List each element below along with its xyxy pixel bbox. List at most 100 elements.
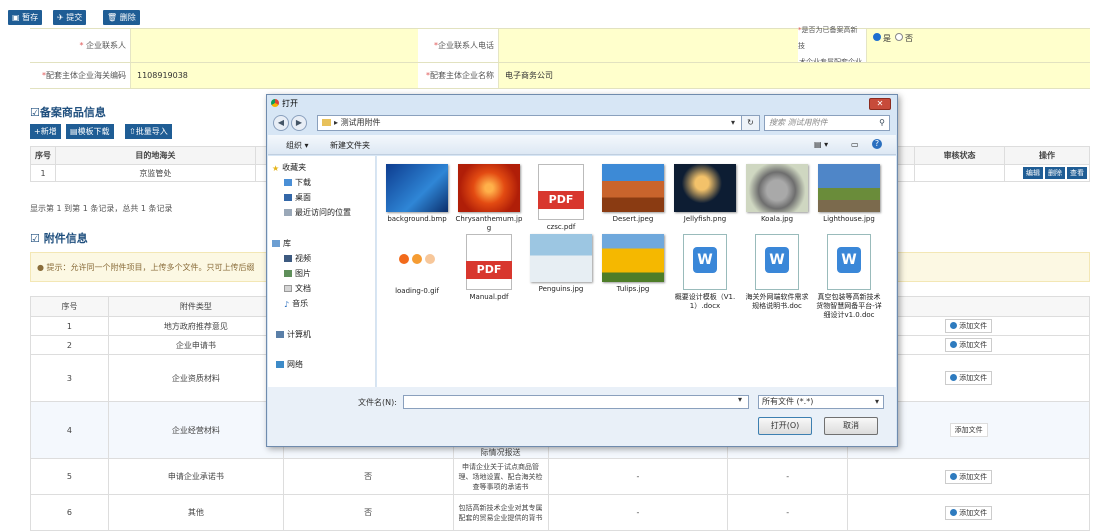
contact-input[interactable] [130,29,418,62]
delete-button[interactable]: 🗑 删除 [103,10,140,25]
file-item[interactable]: Desert.jpeg [599,164,667,224]
add-file-button[interactable]: 添加文件 [945,371,993,385]
add-file-label: 添加文件 [959,472,988,481]
file-item[interactable]: Koala.jpg [743,164,811,224]
navigation-pane: ★ 收藏夹 下载 桌面 最近访问的位置 库 视频 图片 文档 ♪ 音乐 计算机 网络 [268,156,376,387]
attach-type: 企业申请书 [107,335,284,355]
file-name: 真空包装等高新技术货物智慧网备平台-详细设计v1.0.doc [816,293,882,319]
image-thumbnail [674,164,736,212]
nav-recent[interactable]: 最近访问的位置 [284,207,351,218]
chevron-down-icon[interactable]: ▾ [731,116,735,130]
add-file-button[interactable]: 添加文件 [949,423,988,437]
help-icon[interactable]: ? [872,139,882,149]
back-icon[interactable]: ◀ [273,115,289,131]
organize-menu[interactable]: 组织 ▾ [286,140,309,151]
image-thumbnail [530,234,592,282]
dialog-nav-bar: ◀ ▶ ▸ 测试用附件 ▾ ↻ 搜索 测试用附件 ⚲ [271,113,893,133]
edit-button[interactable]: 编辑 [1023,167,1043,179]
nav-documents[interactable]: 文档 [284,283,311,294]
word-file-icon: W [755,234,799,290]
file-item[interactable]: PDF Manual.pdf [455,234,523,302]
attach-idx: 3 [30,354,109,402]
file-name: Penguins.jpg [538,285,584,293]
template-download-button[interactable]: ▤模板下载 [66,124,114,139]
attach-type: 其他 [107,494,284,531]
nav-libraries[interactable]: 库 [272,238,291,249]
star-icon: ★ [272,164,280,173]
file-item[interactable]: W 概要设计模板（V1.1）.docx [671,234,739,311]
attach-desc: 申请企业关于试点商品管理、场地设置、配合海关检查等事项的承诺书 [452,458,549,495]
file-item[interactable]: W 真空包装等高新技术货物智慧网备平台-详细设计v1.0.doc [815,234,883,320]
form-row-contact: * 企业联系人 * 企业联系人电话 *是否为已备案高新技 术企业专属配套企业 是 否 [30,26,1090,66]
nav-favorites[interactable]: ★ 收藏夹 [272,162,306,173]
search-input[interactable]: 搜索 测试用附件 ⚲ [764,115,890,131]
preview-pane-icon[interactable]: ▭ [851,140,859,149]
save-draft-button[interactable]: ▣ 暂存 [8,10,43,25]
address-text: 测试用附件 [340,118,381,127]
attach-section-title: ☑ 附件信息 [30,232,88,245]
nav-videos[interactable]: 视频 [284,253,311,264]
add-file-button[interactable]: 添加文件 [945,469,993,484]
file-item[interactable]: Tulips.jpg [599,234,667,294]
view-menu-icon[interactable]: ▤ ▾ [814,140,828,149]
dialog-title: 打开 [271,98,298,109]
file-name: loading-0.gif [395,287,439,295]
plus-circle-icon [950,322,958,329]
nav-desktop[interactable]: 桌面 [284,192,311,203]
address-bar[interactable]: ▸ 测试用附件 ▾ [317,115,760,131]
new-folder-button[interactable]: 新建文件夹 [330,140,370,151]
company-name-input[interactable]: 电子商务公司 [498,63,1090,88]
plus-circle-icon [950,508,958,516]
cancel-button[interactable]: 取消 [824,417,878,435]
customs-code-label: * 配套主体企业海关编码 [30,63,130,88]
radio-yes[interactable] [873,33,881,41]
batch-import-button[interactable]: ⇧批量导入 [125,124,172,139]
file-item[interactable]: Lighthouse.jpg [815,164,883,224]
file-item[interactable]: Penguins.jpg [527,234,595,294]
filetype-value: 所有文件 (*.*) [762,397,814,406]
file-item[interactable]: background.bmp [383,164,451,224]
open-button[interactable]: 打开(O) [758,417,812,435]
file-name: Manual.pdf [469,293,509,301]
file-item[interactable]: Chrysanthemum.jpg [455,164,523,233]
library-icon [272,240,280,247]
add-file-label: 添加文件 [959,322,988,330]
forward-icon[interactable]: ▶ [291,115,307,131]
filename-dropdown-icon[interactable]: ▾ [738,395,742,404]
row-customs: 京监管处 [54,164,256,182]
refresh-icon[interactable]: ↻ [741,115,760,131]
attach-a: - [547,458,729,495]
nav-pictures[interactable]: 图片 [284,268,311,279]
nav-music[interactable]: ♪ 音乐 [284,298,308,309]
radio-no[interactable] [895,33,903,41]
row-actions: 编辑 删除 查看 [1004,164,1090,182]
file-item[interactable]: loading-0.gif [383,234,451,296]
add-file-button[interactable]: 添加文件 [945,319,993,333]
picture-icon [284,270,292,277]
filename-input[interactable] [403,395,749,409]
close-icon[interactable]: ✕ [869,98,891,110]
contact-phone-input[interactable] [498,29,798,62]
attach-idx: 6 [30,494,109,531]
attach-type: 企业资质材料 [107,354,284,402]
search-placeholder: 搜索 测试用附件 [769,118,828,127]
customs-code-input[interactable]: 1108919038 [130,63,418,88]
chrome-icon [271,99,279,107]
add-goods-button[interactable]: +新增 [30,124,61,139]
delete-row-button[interactable]: 删除 [1045,167,1065,179]
pdf-file-icon: PDF [538,164,584,220]
file-item[interactable]: W 海关外网端软件需求规格说明书.doc [743,234,811,311]
word-file-icon: W [827,234,871,290]
nav-computer[interactable]: 计算机 [276,329,311,340]
nav-network[interactable]: 网络 [276,359,303,370]
add-file-button[interactable]: 添加文件 [945,505,993,520]
attach-op: 添加文件 [847,458,1090,495]
file-item[interactable]: Jellyfish.png [671,164,739,224]
filetype-select[interactable]: 所有文件 (*.*) ▾ [758,395,884,409]
submit-button[interactable]: ✈ 提交 [53,10,87,25]
add-file-button[interactable]: 添加文件 [945,338,993,352]
document-icon [284,285,292,292]
file-item[interactable]: PDF czsc.pdf [527,164,595,232]
view-button[interactable]: 查看 [1067,167,1087,179]
nav-downloads[interactable]: 下载 [284,177,311,188]
